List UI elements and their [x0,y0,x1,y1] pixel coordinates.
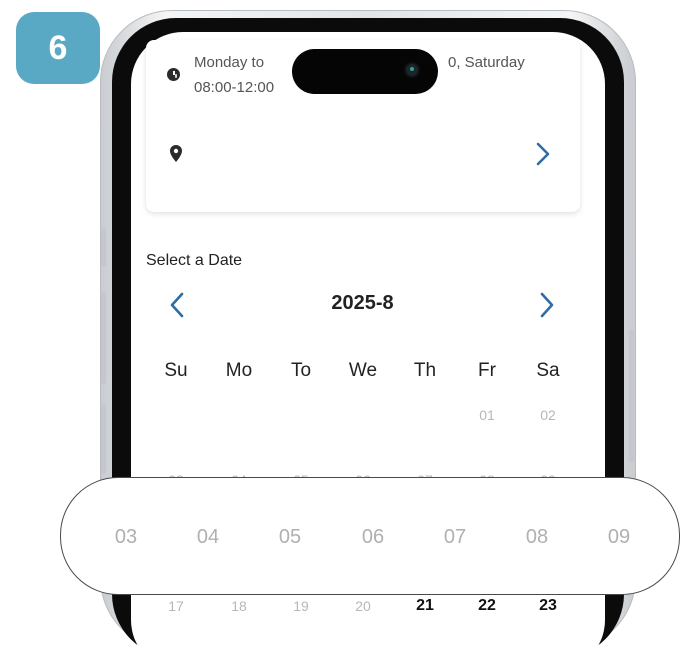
weekday-header-th: Th [413,360,437,381]
phone-volume-down-button [101,404,106,474]
weekday-header-we: We [348,360,378,381]
map-pin-icon [170,145,182,162]
calendar-day-disabled: 20 [355,598,371,614]
weekday-header-to: To [290,360,312,381]
weekday-header-fr: Fr [478,360,496,381]
magnified-day: 09 [607,526,631,548]
next-month-button[interactable] [540,292,554,318]
magnified-day: 05 [278,526,302,548]
previous-month-button[interactable] [170,292,184,318]
phone-power-button [629,330,634,462]
calendar-day-available[interactable]: 21 [405,597,445,615]
weekday-header-sa: Sa [536,360,560,381]
weekday-header-mo: Mo [225,360,253,381]
calendar-day-available[interactable]: 23 [528,597,568,615]
weekday-header-su: Su [164,360,188,381]
magnified-day: 06 [361,526,385,548]
phone-action-button [101,228,106,266]
calendar-day-available[interactable]: 22 [467,597,507,615]
calendar-day: 02 [540,407,556,423]
magnified-day: 04 [196,526,220,548]
front-camera [404,62,420,78]
chevron-right-icon[interactable] [536,142,550,166]
phone-volume-up-button [101,292,106,384]
calendar-month-title: 2025-8 [331,292,394,314]
magnified-day: 07 [443,526,467,548]
calendar-day-disabled: 17 [168,598,184,614]
calendar-day-disabled: 19 [293,598,309,614]
step-number-badge: 6 [16,12,100,84]
opening-hours-weekday: Monday to [194,54,265,71]
calendar-day-disabled: 18 [231,598,247,614]
calendar-day: 01 [479,407,495,423]
magnified-day: 08 [525,526,549,548]
store-address-field[interactable] [190,135,500,191]
opening-hours-saturday-time: 08:00-12:00 [194,79,275,96]
magnified-day: 03 [114,526,138,548]
clock-icon [167,68,180,81]
opening-hours-saturday: 0, Saturday [448,54,525,71]
select-date-label: Select a Date [146,252,243,269]
